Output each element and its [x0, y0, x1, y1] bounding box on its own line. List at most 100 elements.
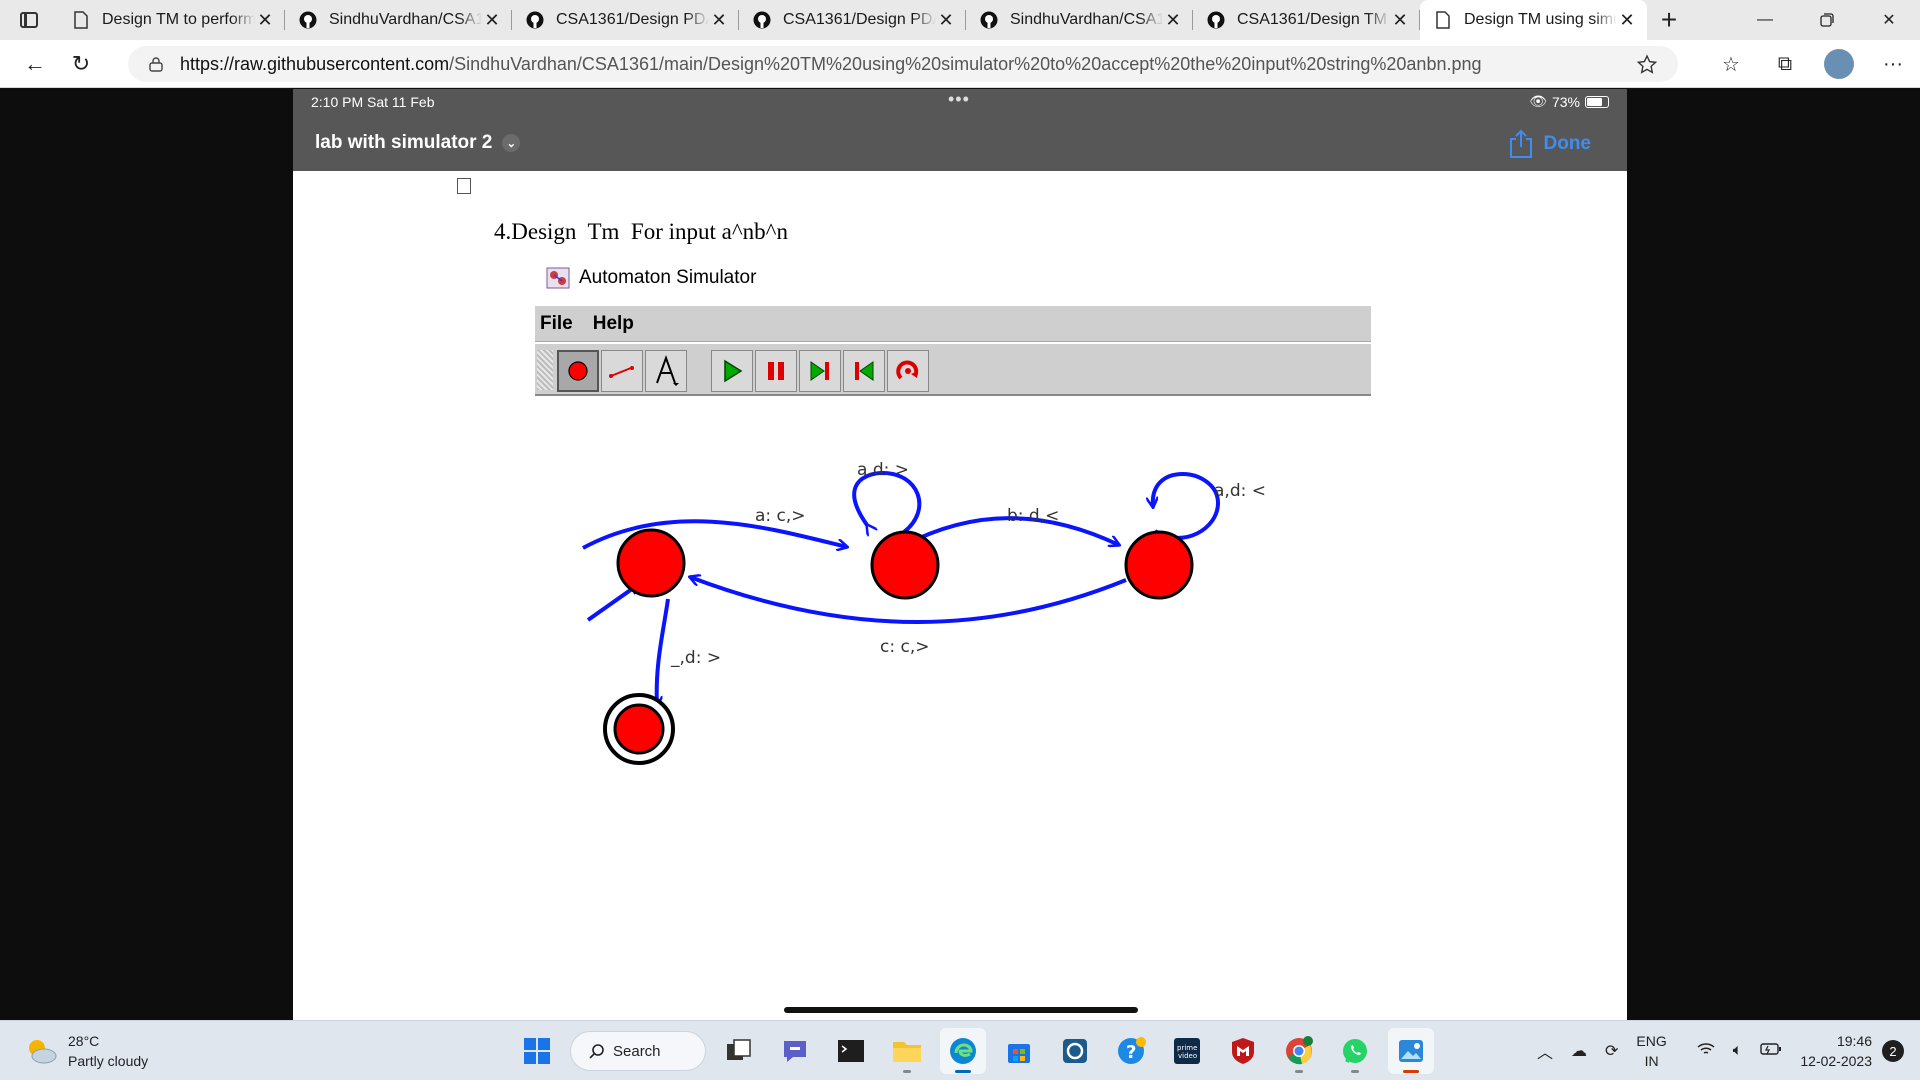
- wifi-icon[interactable]: [1697, 1042, 1715, 1061]
- help-button[interactable]: ?: [1108, 1028, 1154, 1074]
- help-icon: ?: [1118, 1037, 1146, 1064]
- add-favorite-icon[interactable]: [1636, 54, 1658, 76]
- store-button[interactable]: [996, 1028, 1042, 1074]
- new-tab-button[interactable]: +: [1647, 0, 1691, 40]
- transition-label: a: c,>: [755, 506, 806, 526]
- lang-bottom: IN: [1644, 1053, 1659, 1069]
- teams-chat-button[interactable]: [772, 1028, 818, 1074]
- url-field[interactable]: https://raw.githubusercontent.com/Sindhu…: [128, 46, 1678, 82]
- notification-badge[interactable]: 2: [1882, 1040, 1904, 1062]
- prime-video-button[interactable]: prime video: [1164, 1028, 1210, 1074]
- volume-icon[interactable]: 🔈︎: [1733, 1042, 1743, 1060]
- terminal-icon: [838, 1040, 864, 1062]
- browser-tab[interactable]: CSA1361/Design PDA ✕: [512, 0, 739, 40]
- terminal-button[interactable]: [828, 1028, 874, 1074]
- ipad-screenshot: 2:10 PM Sat 11 Feb ••• 👁 73% lab with si…: [293, 89, 1627, 1020]
- search-icon: [589, 1044, 604, 1059]
- screen: Design TM to perform ✕ SindhuVardhan/CSA…: [0, 0, 1920, 1080]
- onedrive-icon[interactable]: ☁: [1571, 1041, 1587, 1061]
- menu-help[interactable]: Help: [593, 313, 634, 335]
- close-window-button[interactable]: ✕: [1858, 0, 1920, 40]
- toolbar-grip[interactable]: [537, 350, 553, 390]
- transition-q2-start: [690, 577, 1127, 624]
- store-icon: [1008, 1044, 1030, 1063]
- document-title[interactable]: lab with simulator 2 ⌄: [315, 132, 521, 154]
- close-tab-icon[interactable]: ✕: [709, 10, 729, 31]
- address-bar-row: ← ↻ https://raw.githubusercontent.com/Si…: [0, 40, 1920, 88]
- state-tool-icon: [568, 361, 588, 381]
- mcafee-shield-icon: [1232, 1038, 1254, 1064]
- browser-tab[interactable]: CSA1361/Design PDA ✕: [739, 0, 966, 40]
- lock-icon: [149, 57, 163, 72]
- task-view-button[interactable]: [716, 1028, 762, 1074]
- checkbox[interactable]: [457, 178, 471, 194]
- state-tool-button[interactable]: [557, 350, 599, 392]
- svg-text:?: ?: [1126, 1042, 1136, 1063]
- step-button[interactable]: [799, 350, 841, 392]
- refresh-button[interactable]: ↻: [58, 44, 104, 84]
- close-tab-icon[interactable]: ✕: [255, 10, 275, 31]
- mcafee-button[interactable]: [1220, 1028, 1266, 1074]
- restore-button[interactable]: [1796, 0, 1858, 40]
- rewind-button[interactable]: [843, 350, 885, 392]
- minimize-button[interactable]: —: [1734, 0, 1796, 40]
- profile-avatar[interactable]: [1824, 49, 1854, 79]
- close-tab-icon[interactable]: ✕: [482, 10, 502, 31]
- weather-widget[interactable]: 28°C Partly cloudy: [24, 1031, 148, 1071]
- tab-actions-button[interactable]: [0, 0, 58, 40]
- pause-button[interactable]: [755, 350, 797, 392]
- transition-start-q1: [582, 519, 847, 548]
- photos-button[interactable]: [1388, 1028, 1434, 1074]
- simulator-title: Automaton Simulator: [545, 265, 756, 291]
- state-start: [616, 528, 686, 598]
- document-icon: [1434, 11, 1452, 29]
- close-tab-icon[interactable]: ✕: [1163, 10, 1183, 31]
- transition-tool-button[interactable]: [601, 350, 643, 392]
- browser-tab[interactable]: SindhuVardhan/CSA13 ✕: [285, 0, 512, 40]
- whatsapp-button[interactable]: [1332, 1028, 1378, 1074]
- clock[interactable]: 19:46 12-02-2023: [1800, 1031, 1872, 1071]
- state-q1: [870, 530, 940, 600]
- battery-icon[interactable]: [1760, 1042, 1782, 1061]
- eye-icon: 👁: [1529, 93, 1547, 109]
- reset-button[interactable]: [887, 350, 929, 392]
- text-tool-icon: [656, 355, 679, 386]
- done-button[interactable]: Done: [1544, 133, 1592, 155]
- chrome-button[interactable]: [1276, 1028, 1322, 1074]
- language-indicator[interactable]: ENG IN: [1636, 1031, 1666, 1071]
- favorites-icon[interactable]: ☆: [1704, 44, 1758, 84]
- browser-tab[interactable]: Design TM to perform ✕: [58, 0, 285, 40]
- file-explorer-button[interactable]: [884, 1028, 930, 1074]
- edge-button[interactable]: [940, 1028, 986, 1074]
- more-menu-icon[interactable]: ···: [1866, 44, 1920, 84]
- sync-icon[interactable]: ⟳: [1605, 1041, 1618, 1061]
- menu-file[interactable]: File: [540, 313, 573, 335]
- weather-desc: Partly cloudy: [68, 1053, 149, 1069]
- app-button[interactable]: [1052, 1028, 1098, 1074]
- page-viewport: 2:10 PM Sat 11 Feb ••• 👁 73% lab with si…: [0, 89, 1920, 1020]
- collections-icon[interactable]: ⧉: [1758, 44, 1812, 84]
- windows-icon: [524, 1038, 550, 1064]
- tab-actions-icon: [20, 12, 38, 28]
- simulator-menubar: File Help: [535, 306, 1371, 342]
- show-hidden-icons[interactable]: ︿: [1537, 1039, 1553, 1063]
- browser-tab[interactable]: SindhuVardhan/CSA13 ✕: [966, 0, 1193, 40]
- close-tab-icon[interactable]: ✕: [1390, 10, 1410, 31]
- svg-text:prime: prime: [1177, 1044, 1197, 1052]
- close-tab-icon[interactable]: ✕: [936, 10, 956, 31]
- play-button[interactable]: [711, 350, 753, 392]
- back-button[interactable]: ←: [12, 44, 58, 84]
- text-tool-button[interactable]: [645, 350, 687, 392]
- browser-tab-active[interactable]: Design TM using simu ✕: [1420, 0, 1647, 40]
- share-icon[interactable]: [1507, 129, 1535, 159]
- taskbar-search[interactable]: Search: [570, 1031, 706, 1071]
- battery-icon: [1585, 95, 1609, 108]
- browser-tab[interactable]: CSA1361/Design TM t ✕: [1193, 0, 1420, 40]
- transition-q1-q2: [902, 516, 1119, 548]
- close-tab-icon[interactable]: ✕: [1617, 10, 1637, 31]
- document-heading: 4.Design Tm For input a^nb^n: [494, 219, 788, 244]
- reset-icon: [896, 360, 919, 380]
- start-button[interactable]: [514, 1028, 560, 1074]
- tab-title: CSA1361/Design PDA: [556, 11, 709, 28]
- taskbar: 28°C Partly cloudy Search ? primevideo: [0, 1020, 1920, 1080]
